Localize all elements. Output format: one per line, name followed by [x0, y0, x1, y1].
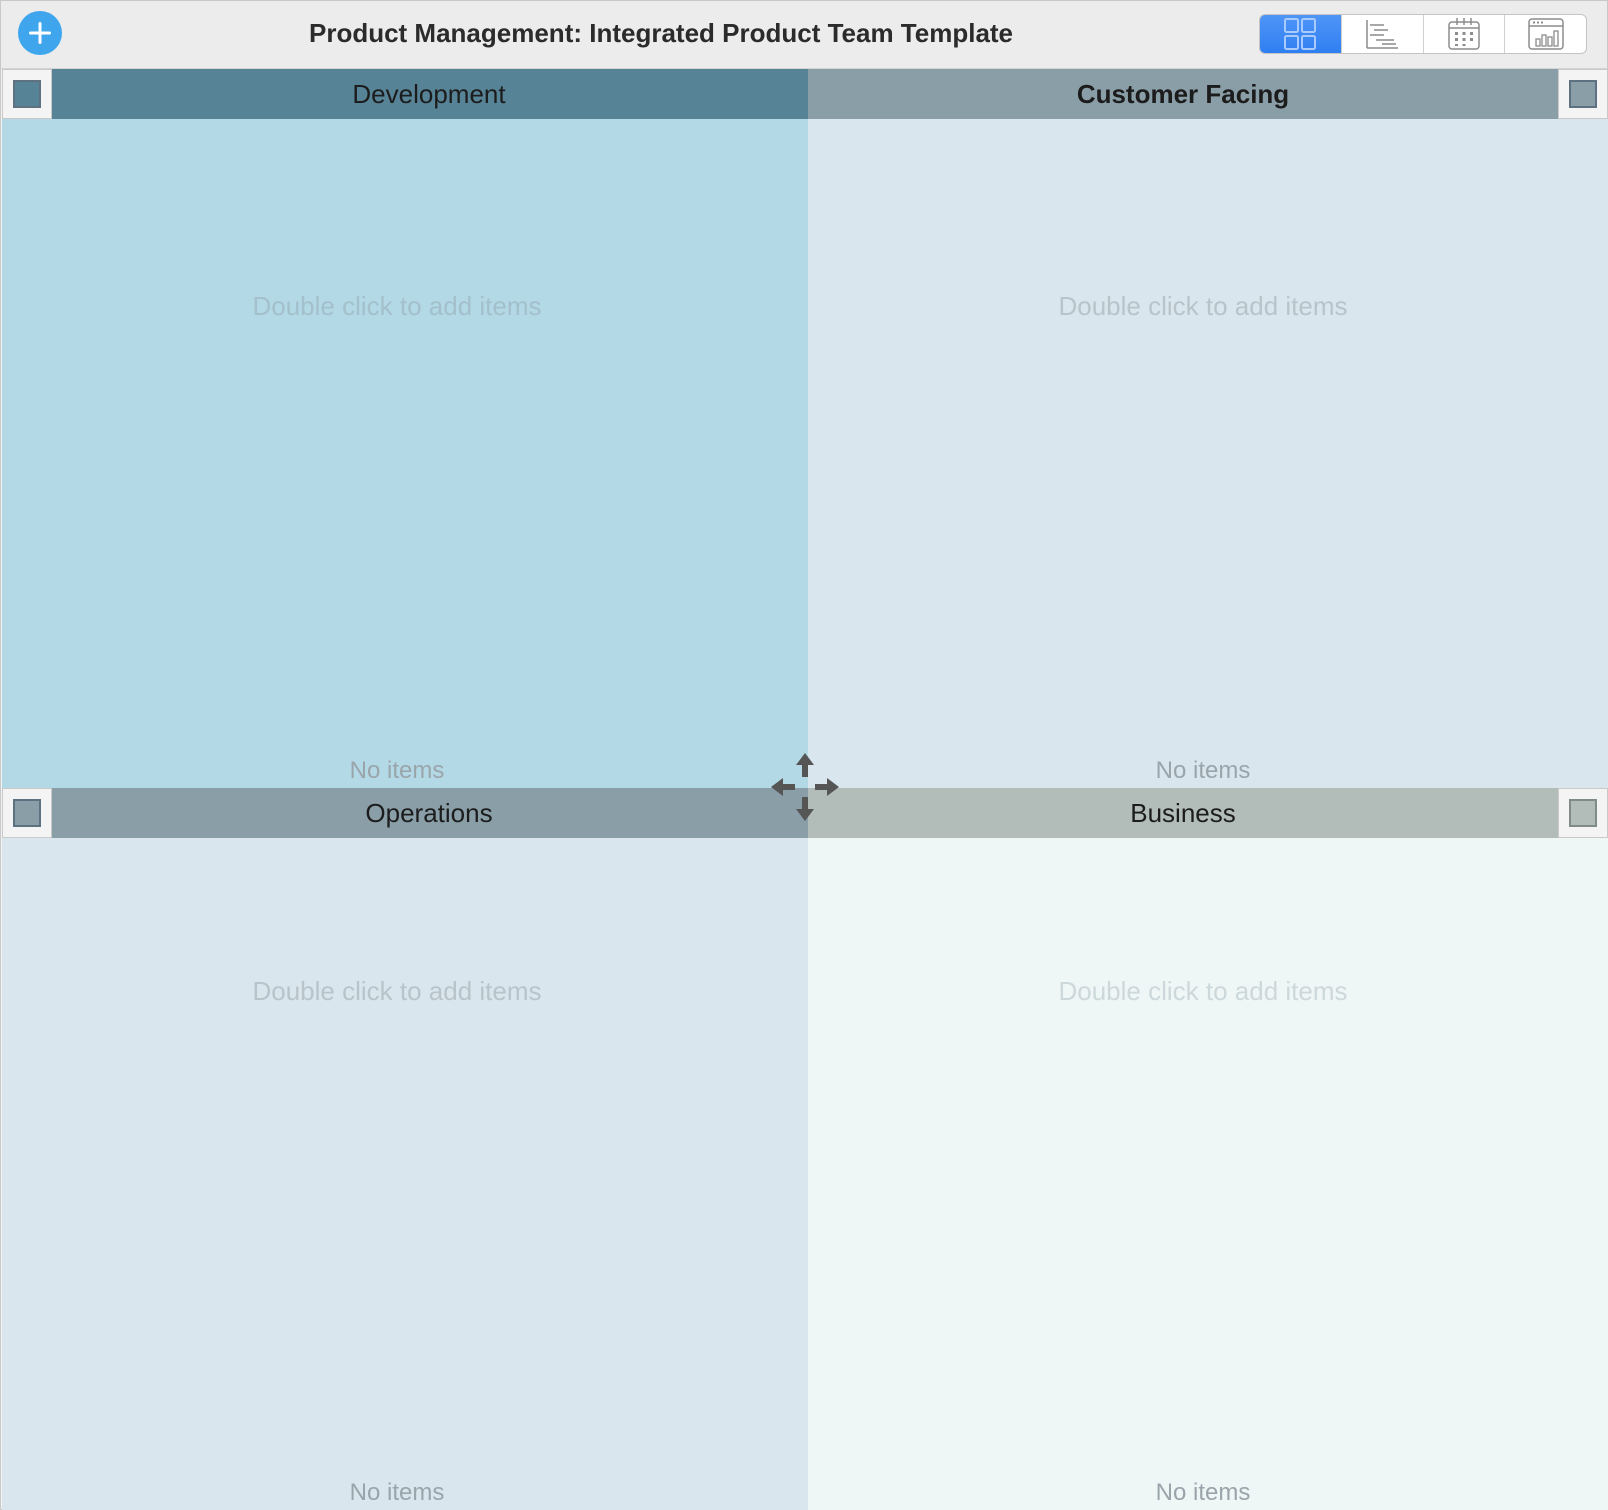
move-arrows-icon: [771, 753, 839, 821]
quadrant-operations-add-hint[interactable]: Double click to add items: [2, 976, 792, 1007]
chart-view-icon: [1527, 18, 1564, 50]
quadrant-operations-item-count: No items: [349, 1479, 445, 1506]
view-switcher: [1259, 14, 1587, 54]
quadrant-development-header: Development: [2, 69, 808, 119]
quadrant-business[interactable]: Business Double click to add items No it…: [808, 788, 1608, 1510]
app-window: Product Management: Integrated Product T…: [0, 0, 1608, 1510]
calendar-view-button[interactable]: [1422, 15, 1505, 53]
quadrant-business-add-hint[interactable]: Double click to add items: [808, 976, 1598, 1007]
quadrant-customer-facing-color-box[interactable]: [1558, 69, 1608, 119]
plus-circle-icon: [29, 22, 51, 44]
add-button[interactable]: [18, 11, 62, 55]
quadrant-business-item-count: No items: [1155, 1479, 1251, 1506]
window-title: Product Management: Integrated Product T…: [308, 18, 1014, 48]
grid-view-icon: [1284, 18, 1317, 50]
quadrant-customer-facing-add-hint[interactable]: Double click to add items: [808, 291, 1598, 322]
outline-view-button[interactable]: [1340, 15, 1423, 53]
quadrant-customer-facing-item-count: No items: [1155, 757, 1251, 784]
quadrant-development[interactable]: Development Double click to add items No…: [2, 69, 808, 788]
calendar-view-icon: [1448, 18, 1480, 50]
quadrant-customer-facing-header: Customer Facing: [808, 69, 1608, 119]
toolbar: Product Management: Integrated Product T…: [1, 1, 1607, 69]
quadrant-development-color-box[interactable]: [2, 69, 52, 119]
grid-view-button[interactable]: [1260, 15, 1341, 53]
quadrant-business-header: Business: [808, 788, 1608, 838]
chart-view-button[interactable]: [1504, 15, 1586, 53]
quadrant-development-add-hint[interactable]: Double click to add items: [2, 291, 792, 322]
outline-view-icon: [1366, 20, 1399, 49]
quadrant-business-color-box[interactable]: [1558, 788, 1608, 838]
quadrant-operations-color-box[interactable]: [2, 788, 52, 838]
quadrant-customer-facing[interactable]: Customer Facing Double click to add item…: [808, 69, 1608, 788]
quadrant-operations-header: Operations: [2, 788, 808, 838]
quadrant-resize-handle[interactable]: [769, 751, 841, 823]
quadrant-operations[interactable]: Operations Double click to add items No …: [2, 788, 808, 1510]
quadrant-development-item-count: No items: [349, 757, 445, 784]
